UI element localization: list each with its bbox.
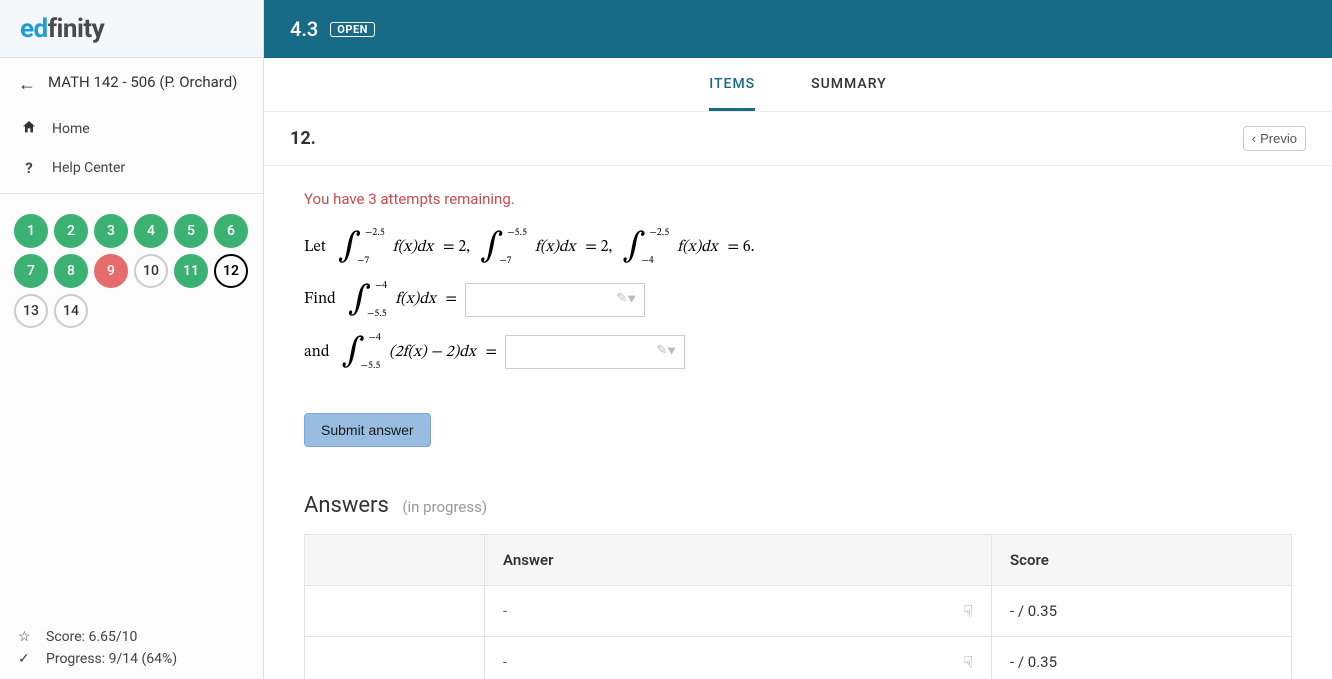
nav-help-label: Help Center [52, 160, 125, 176]
col-blank [305, 535, 485, 586]
problem-statement: Let ∫ −2.5−7 f(x)dx = 2, ∫ −5.5−7 f(x)dx… [304, 228, 1292, 371]
question-bubble-5[interactable]: 5 [174, 214, 208, 248]
row-score: - / 0.35 [992, 586, 1292, 637]
table-row: -☟- / 0.35 [305, 586, 1292, 637]
score-row: ☆ Score: 6.65/10 [18, 629, 245, 645]
nav-help[interactable]: ? Help Center [0, 149, 263, 187]
hand-icon[interactable]: ☟ [963, 653, 973, 672]
answers-section: Answers (in progress) Answer Score -☟- /… [304, 493, 1292, 679]
answer-input-2[interactable]: ✎▾ [505, 335, 685, 369]
question-bubble-14[interactable]: 14 [54, 294, 88, 328]
home-icon [20, 119, 38, 139]
question-bubble-6[interactable]: 6 [214, 214, 248, 248]
question-bubble-12[interactable]: 12 [214, 254, 248, 288]
item-number: 12. [290, 128, 316, 149]
row-score: - / 0.35 [992, 637, 1292, 679]
row-answer: -☟ [485, 637, 992, 679]
attempts-remaining: You have 3 attempts remaining. [304, 190, 1292, 208]
table-row: -☟- / 0.35 [305, 637, 1292, 679]
hand-icon[interactable]: ☟ [963, 602, 973, 621]
answer-input-1[interactable]: ✎▾ [465, 283, 645, 317]
tab-summary[interactable]: SUMMARY [811, 76, 887, 111]
sidebar-footer: ☆ Score: 6.65/10 ✓ Progress: 9/14 (64%) [0, 617, 263, 679]
back-icon[interactable]: ← [18, 74, 36, 95]
answers-table: Answer Score -☟- / 0.35-☟- / 0.35 [304, 534, 1292, 679]
check-icon: ✓ [18, 651, 34, 667]
topbar: 4.3 OPEN [264, 0, 1332, 58]
question-bubble-13[interactable]: 13 [14, 294, 48, 328]
content-header: 12. ‹ Previo [264, 112, 1332, 166]
question-bubble-2[interactable]: 2 [54, 214, 88, 248]
question-bubble-9[interactable]: 9 [94, 254, 128, 288]
question-bubble-10[interactable]: 10 [134, 254, 168, 288]
pencil-icon: ✎▾ [656, 336, 676, 367]
question-bubble-4[interactable]: 4 [134, 214, 168, 248]
chevron-left-icon: ‹ [1252, 131, 1256, 146]
progress-text: Progress: 9/14 (64%) [46, 651, 177, 667]
question-bubble-8[interactable]: 8 [54, 254, 88, 288]
question-bubble-11[interactable]: 11 [174, 254, 208, 288]
answers-heading: Answers (in progress) [304, 493, 1292, 518]
row-blank [305, 637, 485, 679]
question-nav: 1234567891011121314 [0, 200, 263, 342]
question-bubble-1[interactable]: 1 [14, 214, 48, 248]
logo[interactable]: edfinity [0, 0, 263, 58]
submit-button[interactable]: Submit answer [304, 413, 431, 447]
row-answer: -☟ [485, 586, 992, 637]
star-icon: ☆ [18, 629, 34, 645]
question-icon: ? [20, 159, 38, 177]
col-answer: Answer [485, 535, 992, 586]
row-blank [305, 586, 485, 637]
question-bubble-7[interactable]: 7 [14, 254, 48, 288]
assignment-title: 4.3 [290, 17, 318, 41]
course-name[interactable]: MATH 142 - 506 (P. Orchard) [48, 72, 237, 93]
pencil-icon: ✎▾ [616, 284, 636, 315]
nav-home[interactable]: Home [0, 109, 263, 149]
nav-home-label: Home [52, 121, 90, 137]
content: You have 3 attempts remaining. Let ∫ −2.… [264, 166, 1332, 679]
status-badge: OPEN [330, 22, 375, 37]
question-bubble-3[interactable]: 3 [94, 214, 128, 248]
previous-button[interactable]: ‹ Previo [1243, 126, 1306, 151]
tabs: ITEMS SUMMARY [264, 58, 1332, 112]
sidebar: edfinity ← MATH 142 - 506 (P. Orchard) H… [0, 0, 264, 679]
progress-row: ✓ Progress: 9/14 (64%) [18, 651, 245, 667]
score-text: Score: 6.65/10 [46, 629, 137, 645]
main: 4.3 OPEN ITEMS SUMMARY 12. ‹ Previo You … [264, 0, 1332, 679]
divider [0, 193, 263, 194]
course-row: ← MATH 142 - 506 (P. Orchard) [0, 58, 263, 109]
col-score: Score [992, 535, 1292, 586]
tab-items[interactable]: ITEMS [709, 76, 755, 111]
